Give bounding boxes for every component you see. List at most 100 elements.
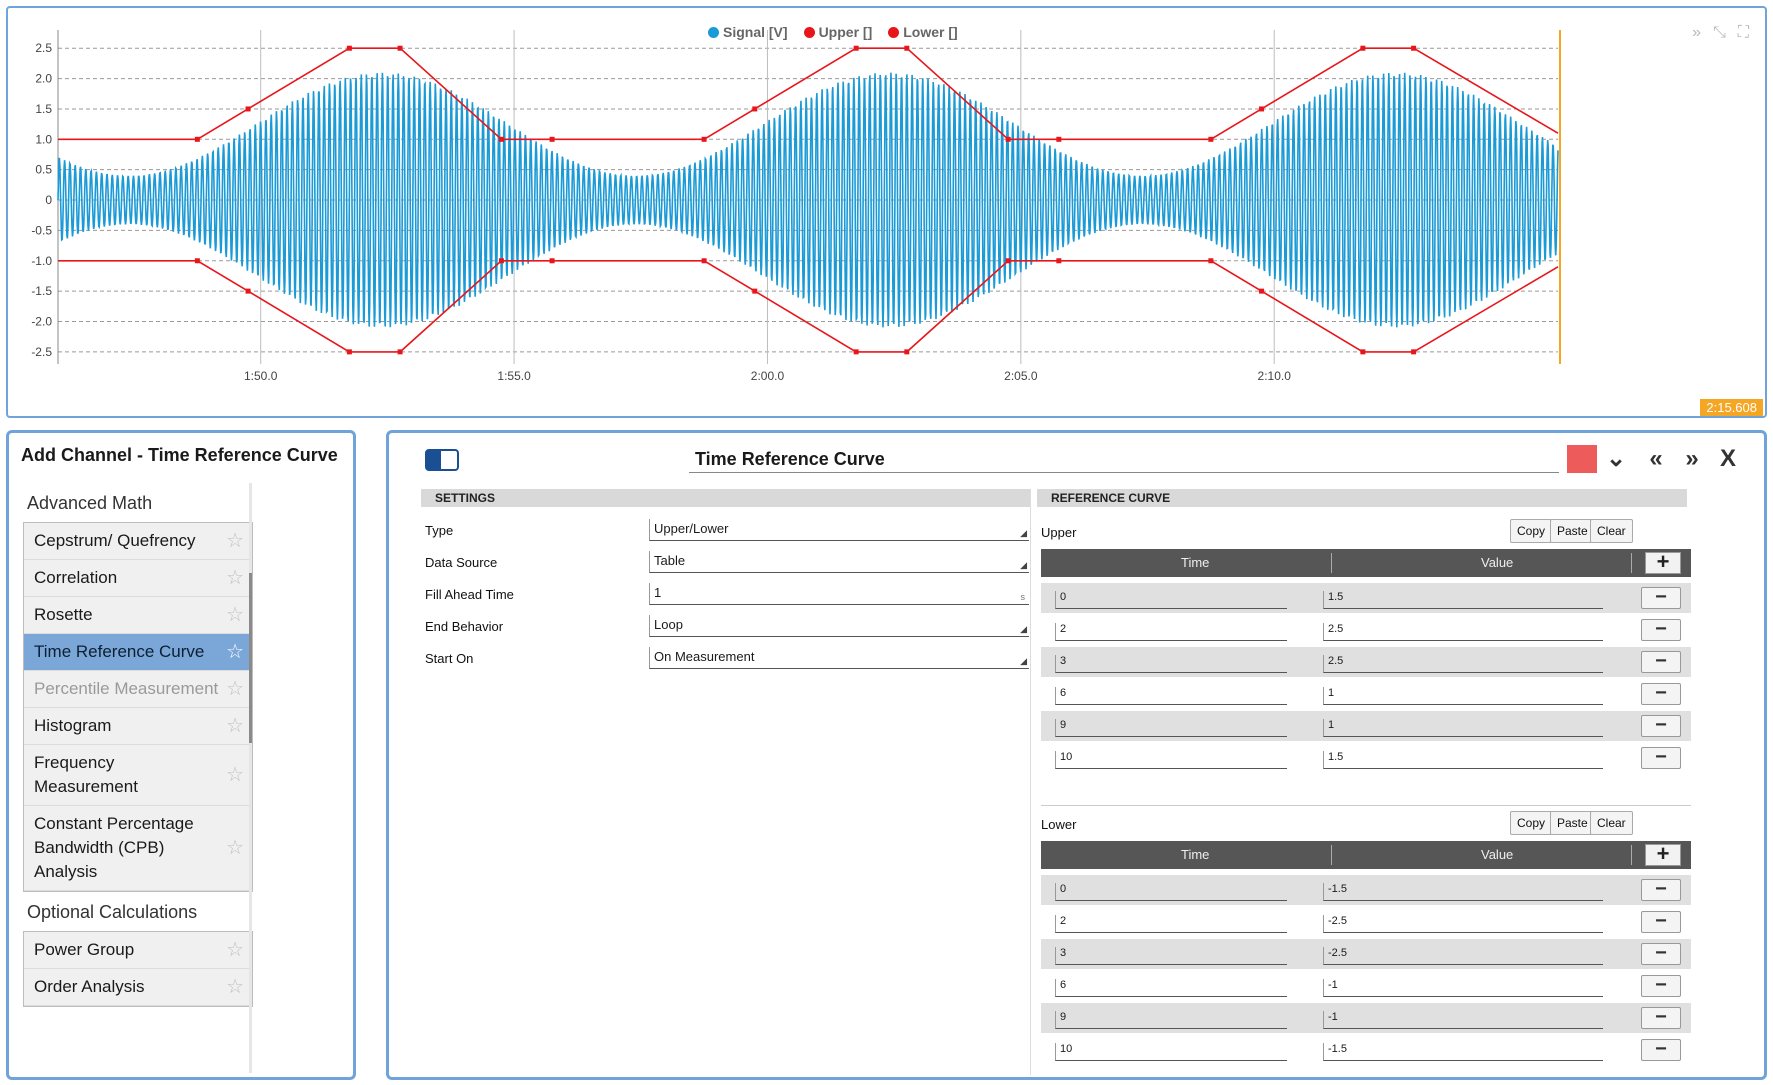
- lower-paste-button[interactable]: Paste: [1550, 811, 1595, 835]
- star-icon[interactable]: ☆: [226, 566, 244, 590]
- remove-row-icon[interactable]: −: [1641, 651, 1681, 673]
- lower-point: [1259, 288, 1265, 294]
- upper-point: [1411, 45, 1417, 51]
- time-cell-input[interactable]: 6: [1055, 979, 1287, 997]
- y-tick-label: 2.5: [35, 41, 52, 55]
- remove-row-icon[interactable]: −: [1641, 1039, 1681, 1061]
- time-cell-input[interactable]: 2: [1055, 623, 1287, 641]
- time-cell-input[interactable]: 0: [1055, 883, 1287, 901]
- list-item-time-reference-curve[interactable]: Time Reference Curve ☆: [24, 634, 252, 671]
- scrollbar-thumb[interactable]: [249, 573, 252, 743]
- list-item-correlation[interactable]: Correlation ☆: [24, 560, 252, 597]
- value-cell-input[interactable]: -2.5: [1323, 915, 1603, 933]
- time-cell-input[interactable]: 10: [1055, 1043, 1287, 1061]
- upper-paste-button[interactable]: Paste: [1550, 519, 1595, 543]
- star-icon[interactable]: ☆: [226, 938, 244, 962]
- remove-row-icon[interactable]: −: [1641, 619, 1681, 641]
- remove-row-icon[interactable]: −: [1641, 975, 1681, 997]
- remove-row-icon[interactable]: −: [1641, 1007, 1681, 1029]
- next-channel-icon[interactable]: »: [1677, 445, 1707, 475]
- time-cell-input[interactable]: 10: [1055, 751, 1287, 769]
- zoom-icon[interactable]: ⤡: [1713, 24, 1726, 42]
- remove-row-icon[interactable]: −: [1641, 587, 1681, 609]
- time-cell-input[interactable]: 0: [1055, 591, 1287, 609]
- list-scrollbar[interactable]: [249, 483, 252, 1073]
- list-item-histogram[interactable]: Histogram ☆: [24, 708, 252, 745]
- value-cell-input[interactable]: 2.5: [1323, 655, 1603, 673]
- value-cell-input[interactable]: -2.5: [1323, 947, 1603, 965]
- upper-label: Upper: [1041, 525, 1077, 540]
- signal-chart[interactable]: 2.5 2.0 1.5 1.0 0.5 0 -0.5 -1.0 -1.5 -2.0 -2.5 1:50…: [8, 8, 1765, 416]
- remove-row-icon[interactable]: −: [1641, 683, 1681, 705]
- star-icon[interactable]: ☆: [226, 677, 244, 701]
- time-cell-input[interactable]: 6: [1055, 687, 1287, 705]
- legend-item-lower[interactable]: Lower []: [888, 24, 958, 40]
- reference-curve-header: REFERENCE CURVE: [1037, 489, 1687, 507]
- table-row: 10 1.5 −: [1041, 743, 1691, 773]
- channel-name-field[interactable]: Time Reference Curve: [689, 447, 1559, 473]
- list-item-cpb-analysis[interactable]: Constant Percentage Bandwidth (CPB) Anal…: [24, 806, 252, 891]
- star-icon[interactable]: ☆: [226, 763, 244, 787]
- start-on-select[interactable]: On Measurement ◢: [649, 647, 1029, 669]
- lower-point: [498, 258, 504, 264]
- remove-row-icon[interactable]: −: [1641, 911, 1681, 933]
- upper-point: [752, 106, 758, 112]
- type-select[interactable]: Upper/Lower ◢: [649, 519, 1029, 541]
- list-item-rosette[interactable]: Rosette ☆: [24, 597, 252, 634]
- fill-ahead-time-input[interactable]: 1s: [649, 583, 1029, 605]
- remove-row-icon[interactable]: −: [1641, 943, 1681, 965]
- y-tick-label: -2.5: [31, 345, 52, 359]
- upper-clear-button[interactable]: Clear: [1590, 519, 1633, 543]
- list-item-power-group[interactable]: Power Group ☆: [24, 932, 252, 969]
- list-item-order-analysis[interactable]: Order Analysis ☆: [24, 969, 252, 1006]
- value-cell-input[interactable]: 1.5: [1323, 751, 1603, 769]
- time-cell-input[interactable]: 9: [1055, 719, 1287, 737]
- star-icon[interactable]: ☆: [226, 603, 244, 627]
- remove-row-icon[interactable]: −: [1641, 879, 1681, 901]
- list-item-cepstrum[interactable]: Cepstrum/ Quefrency ☆: [24, 523, 252, 560]
- upper-point: [549, 136, 555, 142]
- value-cell-input[interactable]: -1: [1323, 979, 1603, 997]
- time-cell-input[interactable]: 3: [1055, 655, 1287, 673]
- channel-type-list[interactable]: Advanced Math Cepstrum/ Quefrency ☆ Corre…: [23, 483, 253, 1073]
- star-icon[interactable]: ☆: [226, 836, 244, 860]
- value-cell-input[interactable]: 2.5: [1323, 623, 1603, 641]
- star-icon[interactable]: ☆: [226, 529, 244, 553]
- time-cell-input[interactable]: 9: [1055, 1011, 1287, 1029]
- legend-item-signal[interactable]: Signal [V]: [708, 24, 788, 40]
- chevron-down-icon[interactable]: ⌄: [1601, 445, 1631, 475]
- value-cell-input[interactable]: -1: [1323, 1011, 1603, 1029]
- fullscreen-icon[interactable]: ⛶: [1738, 24, 1749, 42]
- lower-clear-button[interactable]: Clear: [1590, 811, 1633, 835]
- end-behavior-select[interactable]: Loop ◢: [649, 615, 1029, 637]
- legend-item-upper[interactable]: Upper []: [803, 24, 872, 40]
- next-icon[interactable]: »: [1692, 24, 1701, 42]
- table-row: 9 1 −: [1041, 711, 1691, 741]
- list-item-frequency-measurement[interactable]: Frequency Measurement ☆: [24, 745, 252, 806]
- star-icon[interactable]: ☆: [226, 640, 244, 664]
- add-upper-row-icon[interactable]: +: [1645, 551, 1681, 574]
- star-icon[interactable]: ☆: [226, 975, 244, 999]
- close-icon[interactable]: X: [1713, 445, 1743, 475]
- value-cell-input[interactable]: 1: [1323, 687, 1603, 705]
- lower-label: Lower: [1041, 817, 1077, 832]
- value-cell-input[interactable]: -1.5: [1323, 883, 1603, 901]
- channel-color-swatch[interactable]: [1567, 445, 1597, 473]
- previous-channel-icon[interactable]: «: [1641, 445, 1671, 475]
- lower-copy-button[interactable]: Copy: [1510, 811, 1553, 835]
- add-lower-row-icon[interactable]: +: [1645, 843, 1681, 866]
- list-item-percentile-measurement[interactable]: Percentile Measurement ☆: [24, 671, 252, 708]
- time-cell-input[interactable]: 2: [1055, 915, 1287, 933]
- remove-row-icon[interactable]: −: [1641, 715, 1681, 737]
- value-cell-input[interactable]: 1.5: [1323, 591, 1603, 609]
- star-icon[interactable]: ☆: [226, 714, 244, 738]
- time-cell-input[interactable]: 3: [1055, 947, 1287, 965]
- value-cell-input[interactable]: -1.5: [1323, 1043, 1603, 1061]
- remove-row-icon[interactable]: −: [1641, 747, 1681, 769]
- value-cell-input[interactable]: 1: [1323, 719, 1603, 737]
- data-source-select[interactable]: Table ◢: [649, 551, 1029, 573]
- enable-toggle[interactable]: [425, 449, 459, 471]
- upper-point: [397, 45, 403, 51]
- upper-copy-button[interactable]: Copy: [1510, 519, 1553, 543]
- setting-row-end-behavior: End Behavior Loop ◢: [421, 613, 1031, 641]
